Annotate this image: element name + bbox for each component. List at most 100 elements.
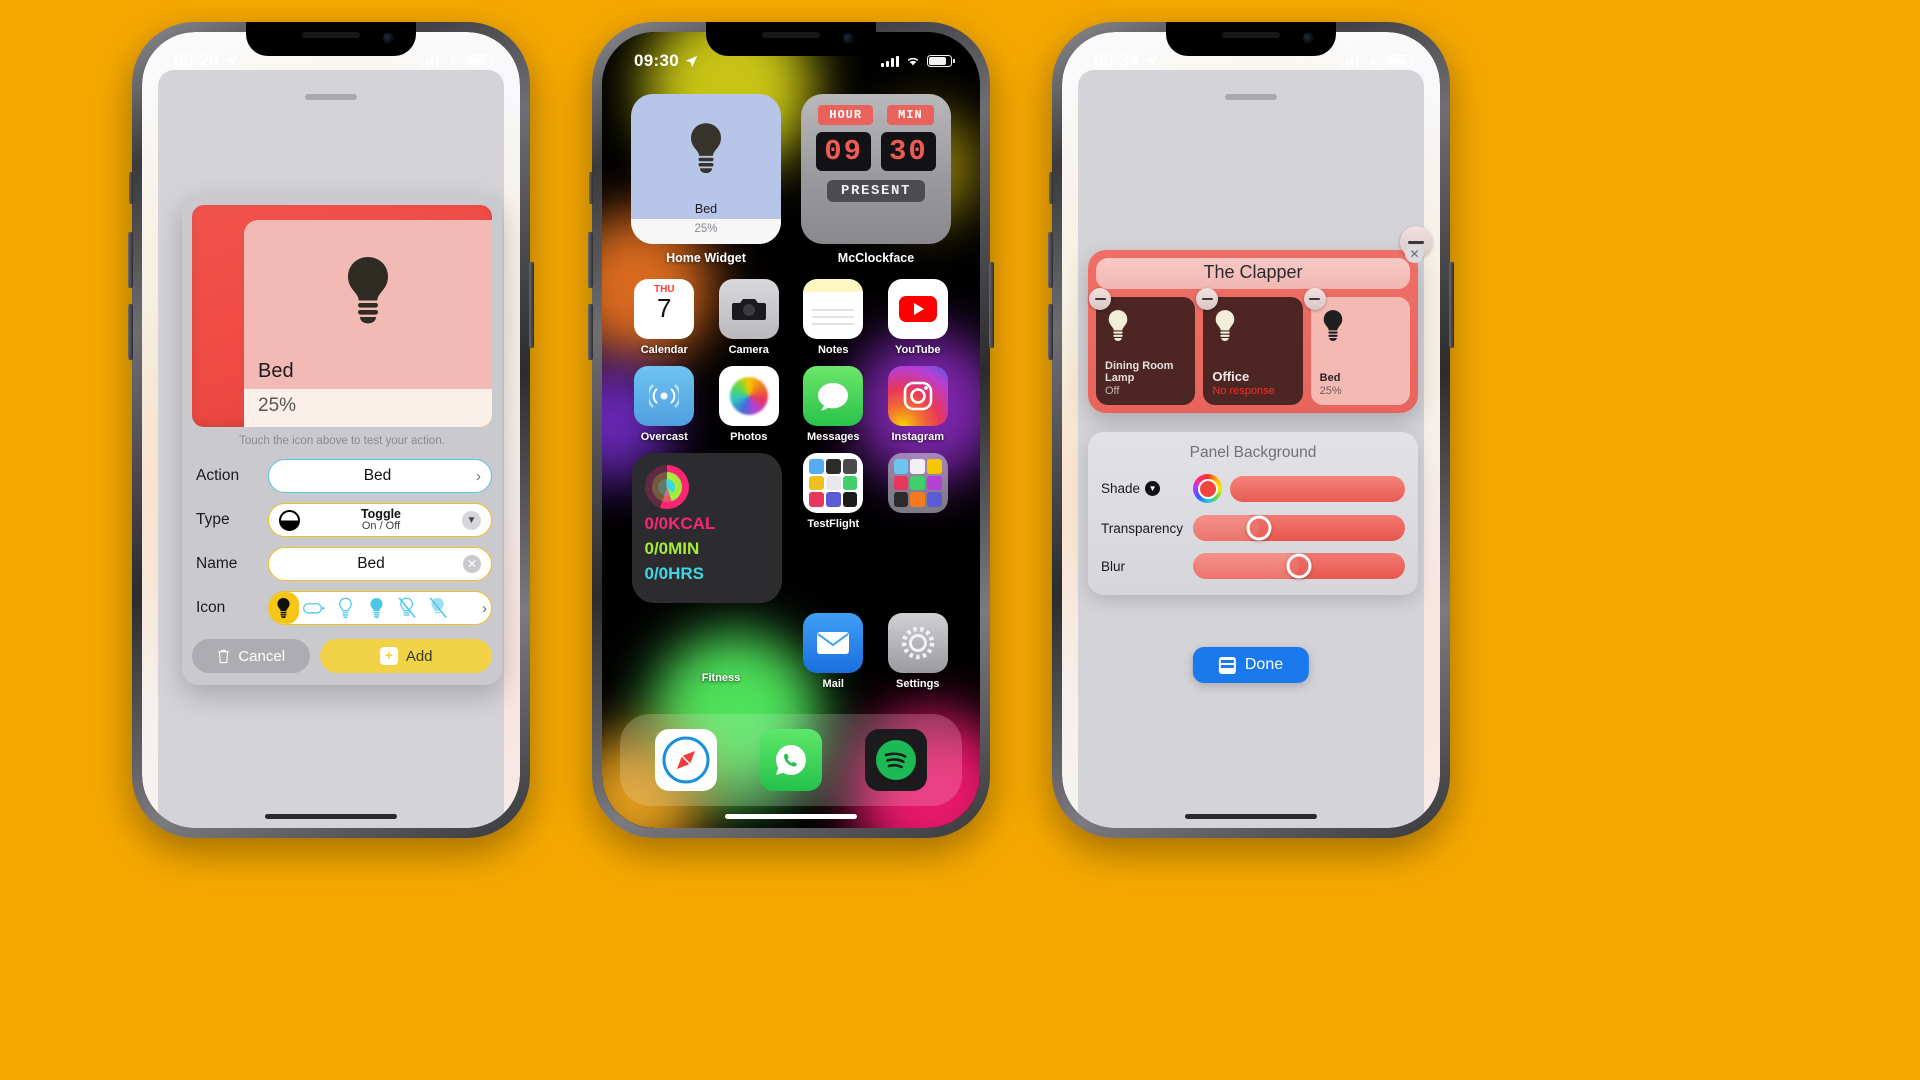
icon-picker[interactable]: ›: [268, 591, 492, 625]
safari-icon[interactable]: [655, 729, 718, 791]
volume-up-button[interactable]: [1048, 232, 1053, 288]
mute-switch[interactable]: [129, 172, 133, 204]
home-widget-name: Bed: [694, 202, 718, 216]
app-camera[interactable]: Camera: [710, 279, 788, 356]
app-mail-label: Mail: [822, 678, 844, 690]
form-row-name: Name Bed ✕: [192, 547, 492, 581]
color-wheel-button[interactable]: [1193, 474, 1222, 503]
messages-icon: [803, 366, 864, 426]
app-notes[interactable]: Notes: [794, 279, 872, 356]
done-button-label: Done: [1244, 656, 1284, 673]
form-row-icon: Icon ›: [192, 591, 492, 625]
clear-icon[interactable]: ✕: [463, 555, 481, 573]
close-circle-icon[interactable]: ✕: [1405, 244, 1424, 263]
app-folder-unlabeled[interactable]: [879, 453, 957, 603]
calendar-day: 7: [657, 293, 672, 323]
minus-circle-icon[interactable]: [1303, 288, 1326, 310]
chevron-down-icon[interactable]: ▼: [462, 510, 481, 530]
phone-3-home-indicator[interactable]: [1185, 814, 1317, 819]
shade-label-text: Shade: [1101, 481, 1141, 496]
icon-option-bulb-slash[interactable]: [392, 597, 423, 619]
add-button-label: Add: [405, 647, 433, 665]
spotify-icon[interactable]: [864, 729, 927, 791]
app-testflight[interactable]: TestFlight: [794, 453, 872, 603]
phone-1-screen: Bed 25% Touch the icon above to test you…: [142, 32, 520, 828]
transparency-slider-knob[interactable]: [1246, 515, 1272, 541]
action-preview-tile[interactable]: Bed 25%: [192, 205, 492, 427]
clapper-card-office[interactable]: Office No response: [1196, 288, 1303, 405]
lightbulb-icon: [1105, 309, 1186, 342]
clapper-card-status: No response: [1212, 385, 1275, 397]
icon-picker-chevron-right-icon[interactable]: ›: [482, 600, 487, 617]
power-button[interactable]: [529, 262, 534, 348]
form-row-action: Action Bed ›: [192, 459, 492, 493]
icon-option-bulb-slash-filled[interactable]: [423, 597, 454, 619]
clockface-hour-value: 09: [824, 135, 863, 168]
volume-down-button[interactable]: [128, 304, 133, 360]
label-blur: Blur: [1101, 558, 1126, 574]
minus-circle-icon[interactable]: [1089, 288, 1111, 310]
app-messages-label: Messages: [806, 431, 860, 443]
app-youtube[interactable]: YouTube: [879, 279, 957, 356]
clockface-present-button[interactable]: PRESENT: [826, 180, 925, 202]
clockface-min-tag: MIN: [887, 105, 934, 125]
app-calendar[interactable]: THU 7 Calendar: [625, 279, 703, 356]
fitness-move: 0/0KCAL: [644, 514, 716, 533]
icon-option-bulb-solid[interactable]: [361, 597, 392, 619]
name-field[interactable]: Bed ✕: [268, 547, 492, 581]
clockface-min-value: 30: [889, 135, 928, 168]
shade-swatch[interactable]: [1230, 475, 1405, 502]
clapper-card-status: Off: [1105, 385, 1120, 397]
clapper-card-dining-room-lamp[interactable]: Dining Room Lamp Off: [1089, 288, 1196, 405]
type-field[interactable]: Toggle On / Off ▼: [268, 503, 492, 537]
app-settings[interactable]: Settings: [879, 613, 957, 690]
app-overcast[interactable]: Overcast: [625, 366, 703, 443]
home-screen: Bed 25% Home Widget HOUR MIN 09 30 PRESE…: [602, 32, 980, 828]
cancel-button[interactable]: Cancel: [192, 639, 311, 673]
sheet-grabber[interactable]: [1225, 94, 1277, 100]
icon-option-bulb-filled[interactable]: [269, 592, 299, 624]
clapper-cards: Dining Room Lamp Off Office No response …: [1089, 288, 1410, 405]
clapper-card-bed[interactable]: Bed 25%: [1303, 288, 1410, 405]
widget-fitness[interactable]: 0/0KCAL 0/0MIN 0/0HRS: [631, 453, 782, 603]
mute-switch[interactable]: [1049, 172, 1053, 204]
volume-down-button[interactable]: [1048, 304, 1053, 360]
app-notes-label: Notes: [817, 344, 849, 356]
phone-1-home-indicator[interactable]: [265, 814, 397, 819]
power-button[interactable]: [1449, 262, 1454, 348]
phone-3-frame: ✕ The Clapper Dining Room Lamp Off Offic…: [1048, 22, 1454, 838]
sheet-grabber[interactable]: [305, 94, 357, 100]
action-field[interactable]: Bed ›: [268, 459, 492, 493]
home-widget-label: Home Widget: [666, 251, 746, 265]
widget-mcclockface[interactable]: HOUR MIN 09 30 PRESENT McClockface: [801, 94, 951, 265]
volume-down-button[interactable]: [588, 304, 593, 360]
blur-slider-knob[interactable]: [1286, 553, 1312, 579]
camera-icon: [718, 279, 779, 339]
mute-switch[interactable]: [589, 172, 593, 204]
done-button[interactable]: Done: [1192, 647, 1310, 683]
app-messages[interactable]: Messages: [794, 366, 872, 443]
home-widget-body[interactable]: Bed 25%: [631, 94, 781, 244]
icon-option-bulb-horizontal[interactable]: [299, 601, 330, 615]
minus-circle-icon[interactable]: [1196, 288, 1219, 310]
app-photos[interactable]: Photos: [710, 366, 788, 443]
control-row-transparency: Transparency: [1101, 515, 1405, 541]
clockface-body[interactable]: HOUR MIN 09 30 PRESENT: [801, 94, 951, 244]
action-value: Bed: [363, 467, 392, 484]
blur-slider[interactable]: [1193, 553, 1405, 579]
trash-icon: [218, 649, 230, 663]
add-button[interactable]: + Add: [320, 639, 492, 673]
transparency-slider[interactable]: [1193, 515, 1405, 541]
phone-2-home-indicator[interactable]: [725, 814, 857, 819]
app-folder-icon: [887, 453, 948, 513]
volume-up-button[interactable]: [128, 232, 133, 288]
whatsapp-icon[interactable]: [759, 729, 822, 791]
plus-icon: +: [379, 647, 398, 665]
power-button[interactable]: [989, 262, 994, 348]
app-instagram[interactable]: Instagram: [879, 366, 957, 443]
app-mail[interactable]: Mail: [794, 613, 872, 690]
icon-option-bulb-outline[interactable]: [330, 597, 361, 619]
volume-up-button[interactable]: [588, 232, 593, 288]
chevron-down-icon[interactable]: ▼: [1145, 481, 1161, 496]
widget-home-widget[interactable]: Bed 25% Home Widget: [631, 94, 781, 265]
